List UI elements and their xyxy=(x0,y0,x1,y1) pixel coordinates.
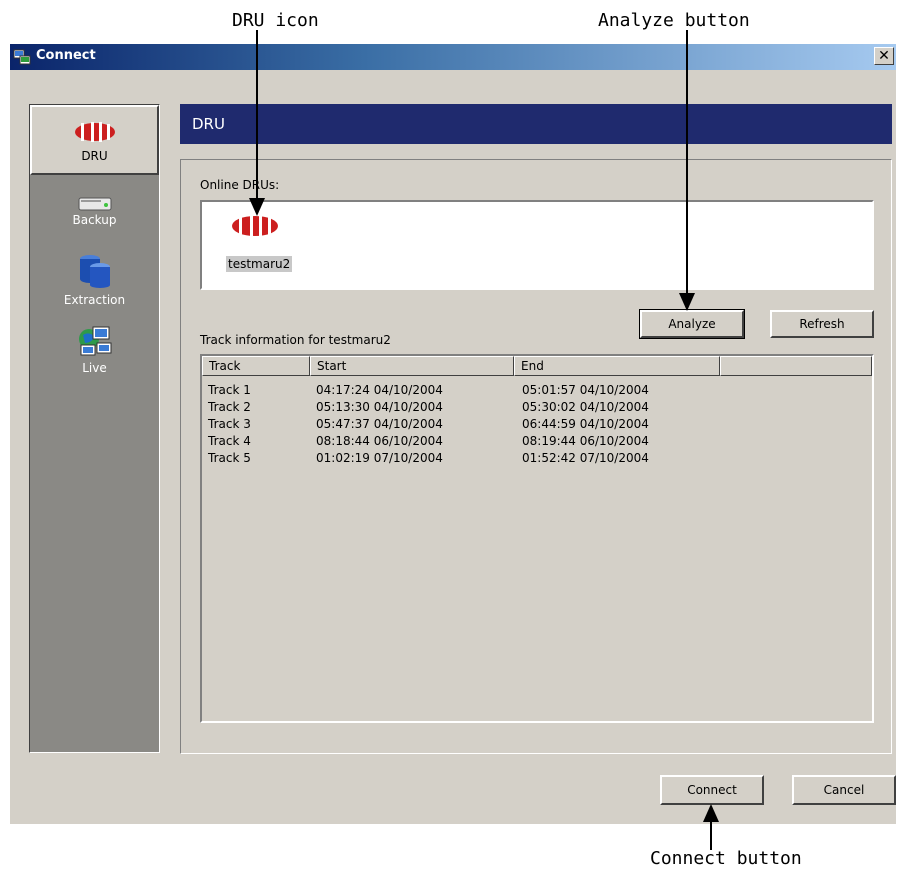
sidebar-item-label: Live xyxy=(82,361,107,375)
column-header-end[interactable]: End xyxy=(514,356,720,376)
live-network-icon xyxy=(78,326,111,356)
track-cell: Track 3 xyxy=(208,417,251,431)
start-cell: 04:17:24 04/10/2004 xyxy=(316,383,443,397)
window-title: Connect xyxy=(36,48,96,63)
connect-button[interactable]: Connect xyxy=(660,775,764,805)
end-cell: 01:52:42 07/10/2004 xyxy=(522,451,649,465)
sidebar-item-label: DRU xyxy=(81,149,108,163)
end-cell: 06:44:59 04/10/2004 xyxy=(522,417,649,431)
end-cell: 05:30:02 04/10/2004 xyxy=(522,400,649,414)
analyze-button[interactable]: Analyze xyxy=(639,309,745,339)
sidebar-item-live[interactable]: Live xyxy=(30,325,159,385)
sidebar-item-label: Extraction xyxy=(63,293,126,307)
sidebar-item-extraction[interactable]: Extraction xyxy=(30,253,159,313)
connect-dialog: Connect ✕ DRU Backup Extraction Live DRU… xyxy=(10,44,896,824)
track-cell: Track 2 xyxy=(208,400,251,414)
connect-app-icon xyxy=(13,49,31,65)
sidebar: DRU Backup Extraction Live xyxy=(29,104,160,753)
cancel-button[interactable]: Cancel xyxy=(792,775,896,805)
column-header-start[interactable]: Start xyxy=(310,356,514,376)
table-row[interactable]: Track 1 04:17:24 04/10/2004 05:01:57 04/… xyxy=(202,383,872,400)
panel-header: DRU xyxy=(180,104,892,144)
dru-list-item[interactable]: testmaru2 xyxy=(212,210,293,286)
close-button[interactable]: ✕ xyxy=(874,47,894,65)
sidebar-item-dru[interactable]: DRU xyxy=(30,105,159,175)
start-cell: 01:02:19 07/10/2004 xyxy=(316,451,443,465)
sidebar-item-backup[interactable]: Backup xyxy=(30,195,159,245)
end-cell: 08:19:44 06/10/2004 xyxy=(522,434,649,448)
table-row[interactable]: Track 4 08:18:44 06/10/2004 08:19:44 06/… xyxy=(202,434,872,451)
track-info-label: Track information for testmaru2 xyxy=(200,333,391,347)
table-row[interactable]: Track 3 05:47:37 04/10/2004 06:44:59 04/… xyxy=(202,417,872,434)
annotation-connect-button: Connect button xyxy=(650,848,802,869)
sidebar-item-label: Backup xyxy=(72,213,117,227)
backup-drive-icon xyxy=(78,197,111,211)
track-list[interactable]: Track Start End Track 1 04:17:24 04/10/2… xyxy=(200,354,874,723)
start-cell: 05:47:37 04/10/2004 xyxy=(316,417,443,431)
online-drus-label: Online DRUs: xyxy=(200,178,280,192)
dru-icon xyxy=(232,215,278,237)
start-cell: 08:18:44 06/10/2004 xyxy=(316,434,443,448)
title-bar: Connect ✕ xyxy=(10,44,896,70)
track-cell: Track 4 xyxy=(208,434,251,448)
annotation-dru-icon: DRU icon xyxy=(232,10,319,31)
online-drus-list[interactable]: testmaru2 xyxy=(200,200,874,290)
track-cell: Track 1 xyxy=(208,383,251,397)
end-cell: 05:01:57 04/10/2004 xyxy=(522,383,649,397)
track-cell: Track 5 xyxy=(208,451,251,465)
column-header-spacer xyxy=(720,356,872,376)
annotation-analyze-button: Analyze button xyxy=(598,10,750,31)
dru-name-label: testmaru2 xyxy=(226,256,293,272)
start-cell: 05:13:30 04/10/2004 xyxy=(316,400,443,414)
column-header-track[interactable]: Track xyxy=(202,356,310,376)
extraction-database-icon xyxy=(79,255,110,288)
dru-icon xyxy=(74,122,115,142)
table-row[interactable]: Track 2 05:13:30 04/10/2004 05:30:02 04/… xyxy=(202,400,872,417)
refresh-button[interactable]: Refresh xyxy=(770,310,874,338)
table-row[interactable]: Track 5 01:02:19 07/10/2004 01:52:42 07/… xyxy=(202,451,872,468)
